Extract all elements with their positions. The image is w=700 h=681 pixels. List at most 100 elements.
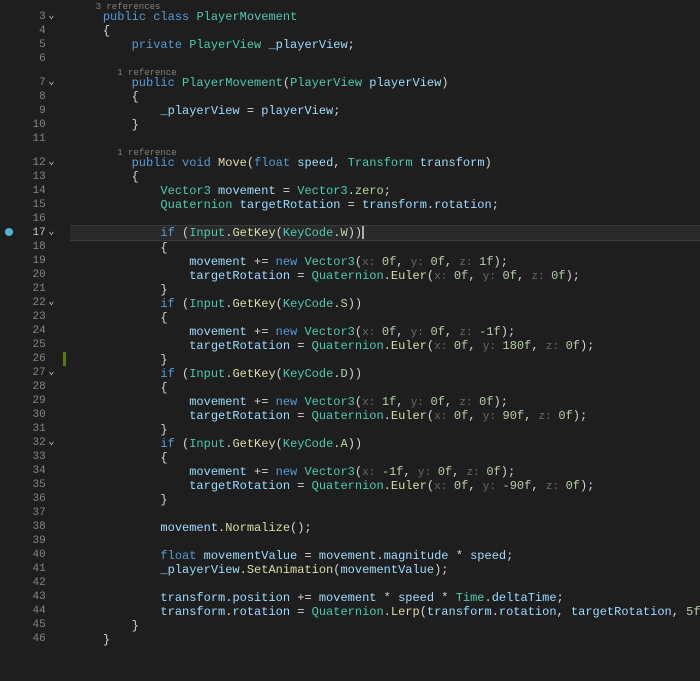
code-line[interactable]: if (Input.GetKey(KeyCode.W)) [70, 225, 700, 241]
gutter-row[interactable]: 3⌄ [0, 10, 70, 24]
code-line[interactable]: targetRotation = Quaternion.Euler(x: 0f,… [70, 409, 700, 423]
gutter-row[interactable]: 15 [0, 198, 70, 212]
fold-chevron-icon[interactable]: ⌄ [46, 10, 57, 24]
gutter-row[interactable]: 25 [0, 338, 70, 352]
code-line[interactable]: transform.rotation = Quaternion.Lerp(tra… [70, 605, 700, 619]
gutter-row[interactable]: 46 [0, 632, 70, 646]
code-area[interactable]: 3 references public class PlayerMovement… [70, 0, 700, 681]
line-number[interactable]: 14 [17, 184, 46, 198]
code-line[interactable]: movement += new Vector3(x: -1f, y: 0f, z… [70, 465, 700, 479]
fold-chevron-icon[interactable]: ⌄ [46, 226, 57, 240]
line-number[interactable]: 44 [17, 604, 46, 618]
code-line[interactable]: targetRotation = Quaternion.Euler(x: 0f,… [70, 479, 700, 493]
line-number[interactable]: 46 [17, 632, 46, 646]
line-number[interactable]: 22 [17, 296, 46, 310]
line-number[interactable]: 4 [17, 24, 46, 38]
line-number[interactable]: 39 [17, 534, 46, 548]
code-line[interactable]: { [70, 451, 700, 465]
code-line[interactable]: { [70, 170, 700, 184]
line-number[interactable]: 9 [17, 104, 46, 118]
gutter-row[interactable]: 5 [0, 38, 70, 52]
line-number[interactable]: 41 [17, 562, 46, 576]
gutter[interactable]: 3⌄4567⌄89101112⌄1314151617⌄1819202122⌄23… [0, 0, 70, 681]
gutter-row[interactable]: 44 [0, 604, 70, 618]
code-line[interactable]: } [70, 423, 700, 437]
line-number[interactable]: 37 [17, 506, 46, 520]
gutter-row[interactable]: 9 [0, 104, 70, 118]
line-number[interactable]: 28 [17, 380, 46, 394]
code-line[interactable]: } [70, 118, 700, 132]
code-line[interactable]: private PlayerView _playerView; [70, 38, 700, 52]
code-line[interactable] [70, 132, 700, 146]
gutter-row[interactable]: 24 [0, 324, 70, 338]
code-line[interactable]: _playerView = playerView; [70, 104, 700, 118]
gutter-row[interactable]: 22⌄ [0, 296, 70, 310]
gutter-row[interactable]: 35 [0, 478, 70, 492]
line-number[interactable]: 33 [17, 450, 46, 464]
line-number[interactable]: 10 [17, 118, 46, 132]
line-number[interactable]: 31 [17, 422, 46, 436]
gutter-row[interactable]: 17⌄ [0, 226, 70, 240]
code-line[interactable]: if (Input.GetKey(KeyCode.D)) [70, 367, 700, 381]
gutter-row[interactable]: 37 [0, 506, 70, 520]
code-line[interactable]: } [70, 493, 700, 507]
codelens-references[interactable]: 1 reference [70, 146, 700, 156]
line-number[interactable]: 25 [17, 338, 46, 352]
code-line[interactable]: targetRotation = Quaternion.Euler(x: 0f,… [70, 269, 700, 283]
line-number[interactable]: 42 [17, 576, 46, 590]
code-line[interactable]: public PlayerMovement(PlayerView playerV… [70, 76, 700, 90]
gutter-row[interactable]: 43 [0, 590, 70, 604]
gutter-row[interactable]: 16 [0, 212, 70, 226]
code-line[interactable]: { [70, 24, 700, 38]
gutter-row[interactable]: 8 [0, 90, 70, 104]
code-line[interactable]: movement += new Vector3(x: 1f, y: 0f, z:… [70, 395, 700, 409]
code-line[interactable]: if (Input.GetKey(KeyCode.S)) [70, 297, 700, 311]
code-editor[interactable]: 3⌄4567⌄89101112⌄1314151617⌄1819202122⌄23… [0, 0, 700, 681]
line-number[interactable]: 11 [17, 132, 46, 146]
code-line[interactable]: movement += new Vector3(x: 0f, y: 0f, z:… [70, 255, 700, 269]
code-line[interactable]: targetRotation = Quaternion.Euler(x: 0f,… [70, 339, 700, 353]
gutter-row[interactable]: 13 [0, 170, 70, 184]
fold-chevron-icon[interactable]: ⌄ [46, 156, 57, 170]
gutter-row[interactable]: 4 [0, 24, 70, 38]
line-number[interactable]: 38 [17, 520, 46, 534]
codelens-references[interactable]: 3 references [70, 0, 700, 10]
gutter-row[interactable]: 14 [0, 184, 70, 198]
line-number[interactable]: 36 [17, 492, 46, 506]
gutter-row[interactable]: 39 [0, 534, 70, 548]
code-line[interactable]: } [70, 633, 700, 647]
gutter-row[interactable]: 19 [0, 254, 70, 268]
line-number[interactable]: 16 [17, 212, 46, 226]
gutter-row[interactable]: 29 [0, 394, 70, 408]
line-number[interactable]: 15 [17, 198, 46, 212]
code-line[interactable]: Quaternion targetRotation = transform.ro… [70, 198, 700, 212]
line-number[interactable]: 40 [17, 548, 46, 562]
gutter-row[interactable]: 45 [0, 618, 70, 632]
line-number[interactable]: 45 [17, 618, 46, 632]
line-number[interactable]: 19 [17, 254, 46, 268]
line-number[interactable]: 34 [17, 464, 46, 478]
line-number[interactable]: 24 [17, 324, 46, 338]
code-line[interactable]: { [70, 381, 700, 395]
gutter-row[interactable]: 20 [0, 268, 70, 282]
code-line[interactable]: float movementValue = movement.magnitude… [70, 549, 700, 563]
line-number[interactable]: 7 [17, 76, 46, 90]
gutter-row[interactable]: 12⌄ [0, 156, 70, 170]
line-number[interactable]: 21 [17, 282, 46, 296]
line-number[interactable]: 12 [17, 156, 46, 170]
code-line[interactable]: if (Input.GetKey(KeyCode.A)) [70, 437, 700, 451]
gutter-row[interactable]: 18 [0, 240, 70, 254]
fold-chevron-icon[interactable]: ⌄ [46, 296, 57, 310]
line-number[interactable]: 26 [17, 352, 46, 366]
gutter-row[interactable]: 6 [0, 52, 70, 66]
gutter-row[interactable]: 40 [0, 548, 70, 562]
fold-chevron-icon[interactable]: ⌄ [46, 436, 57, 450]
gutter-row[interactable]: 32⌄ [0, 436, 70, 450]
line-number[interactable]: 43 [17, 590, 46, 604]
code-line[interactable]: { [70, 311, 700, 325]
gutter-row[interactable]: 7⌄ [0, 76, 70, 90]
code-line[interactable]: _playerView.SetAnimation(movementValue); [70, 563, 700, 577]
line-number[interactable]: 18 [17, 240, 46, 254]
line-number[interactable]: 5 [17, 38, 46, 52]
gutter-row[interactable]: 30 [0, 408, 70, 422]
